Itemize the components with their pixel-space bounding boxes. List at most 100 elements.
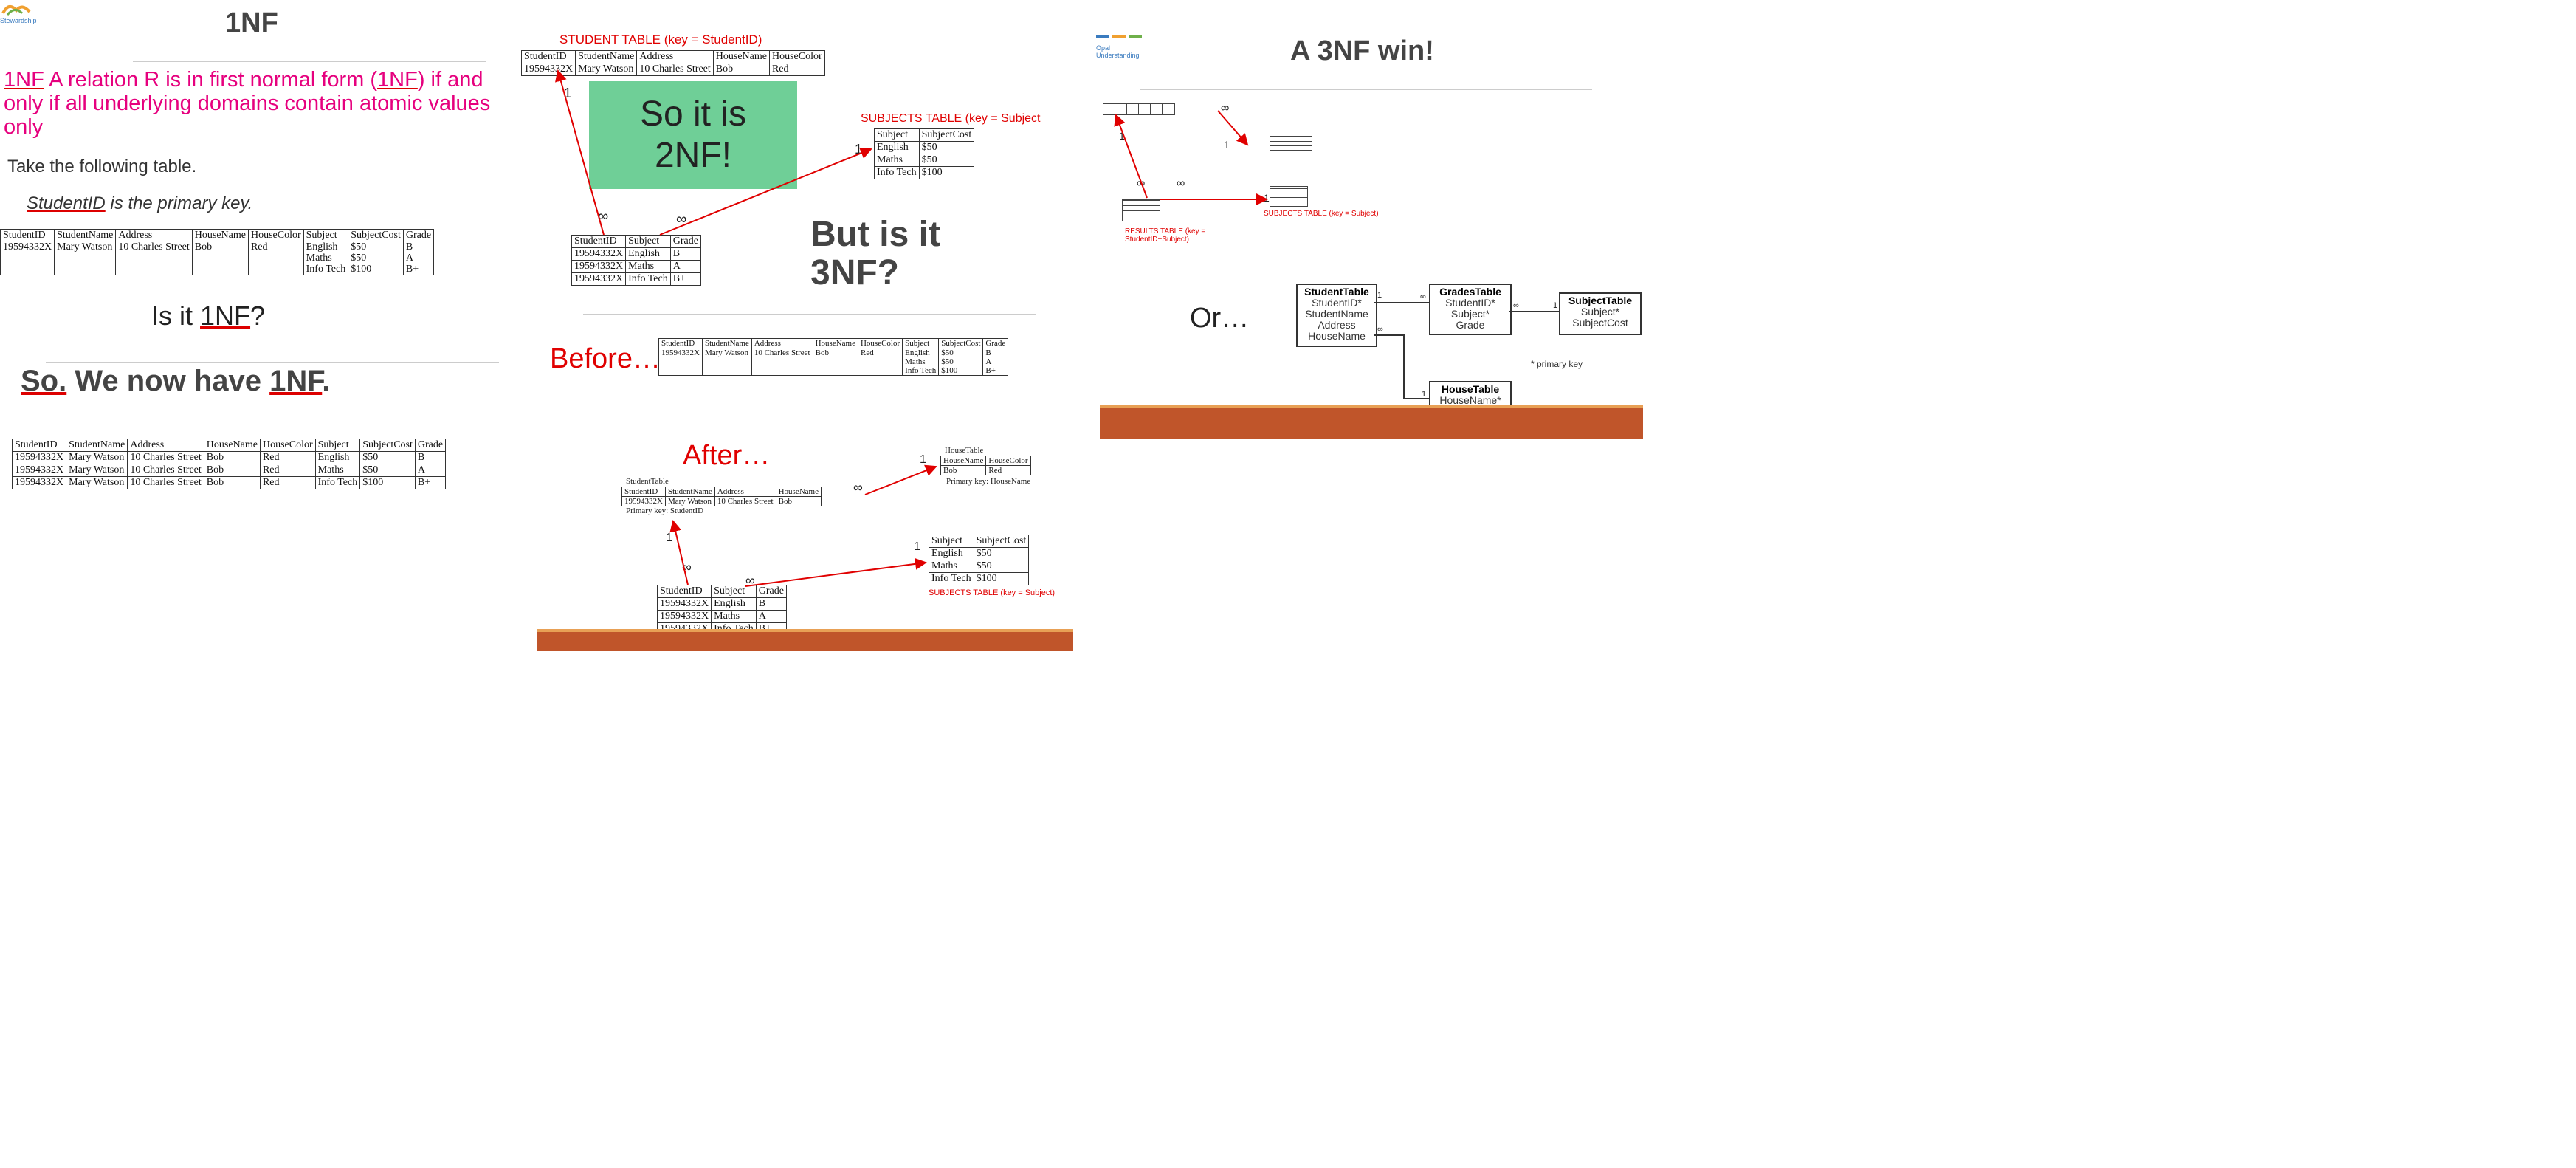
entity-field: StudentID*	[1312, 297, 1362, 309]
divider	[133, 61, 486, 62]
table-cell: $100	[973, 572, 1030, 585]
table-cell: 19594332X	[11, 464, 67, 477]
q-text: ?	[250, 300, 266, 331]
table-cell: A	[414, 464, 447, 477]
mini-diagram: RESULTS TABLE (key = StudentID+Subject) …	[1100, 100, 1379, 248]
table-cell: English	[874, 141, 920, 154]
entity-field: SubjectCost	[1572, 317, 1628, 329]
table-row: 19594332X Mary Watson 10 Charles Street Bob…	[11, 451, 447, 464]
before-table: StudentID StudentName Address HouseName Hous…	[658, 338, 1009, 376]
table-cell: Mary Watson	[54, 241, 117, 275]
one-label: 1	[920, 453, 926, 466]
column-header: StudentName	[54, 229, 117, 241]
so-abbr: 1NF	[269, 365, 323, 397]
table-header-row: StudentID StudentName Address HouseName Hous…	[11, 439, 447, 452]
column-header: HouseName	[812, 338, 858, 348]
table-row: English $50	[874, 141, 975, 154]
table-cell: $100	[918, 166, 975, 179]
table-cell: Info Tech	[314, 476, 361, 489]
table-header-row: StudentID Subject Grade	[571, 235, 701, 248]
entity-field: StudentID*	[1445, 297, 1495, 309]
table-cell: 10 Charles Street	[636, 63, 714, 76]
table-cell: Info Tech	[929, 572, 974, 585]
before-label: Before…	[550, 343, 661, 374]
entity-title: HouseTable	[1441, 383, 1500, 395]
connector-arrow	[864, 464, 937, 495]
after-student-title: StudentTable	[626, 477, 669, 486]
table-cell: 19594332X	[571, 272, 627, 286]
divider	[583, 314, 1036, 315]
table-row: Info Tech $100	[929, 572, 1030, 585]
so-word: So.	[21, 365, 67, 397]
connector-arrow	[669, 520, 689, 585]
table-cell: 10 Charles Street	[115, 241, 193, 275]
table-cell: $50	[918, 154, 975, 167]
table-cell: 19594332X	[621, 496, 666, 506]
instruction-text: Take the following table.	[7, 157, 197, 176]
student-table-label: STUDENT TABLE (key = StudentID)	[559, 32, 762, 47]
table-header-row: StudentID StudentName Address HouseName Hous…	[658, 338, 1009, 348]
table-cell: B A B+	[982, 348, 1009, 376]
after-house-title: HouseTable	[945, 446, 984, 455]
table-cell: $50	[359, 464, 416, 477]
table-cell: Mary Watson	[575, 63, 638, 76]
table-cell: B A B+	[402, 241, 435, 275]
table-cell: 19594332X	[656, 610, 712, 623]
entity-title: StudentTable	[1304, 286, 1369, 298]
table-cell: 10 Charles Street	[714, 496, 776, 506]
table-cell: Mary Watson	[66, 451, 128, 464]
column-header: Address	[636, 50, 714, 63]
one-label: 1	[855, 142, 863, 157]
table-row: Maths $50	[874, 154, 975, 167]
definition-text: A relation R is in first normal form (	[44, 68, 378, 92]
table-cell: A	[755, 610, 787, 623]
table-cell: English Maths Info Tech	[902, 348, 940, 376]
table-cell: Bob	[203, 464, 261, 477]
column-header: HouseName	[775, 487, 822, 497]
table-row: 19594332XInfo TechB+	[571, 272, 701, 286]
so-text: We now have	[66, 365, 270, 397]
column-header: HouseName	[712, 50, 770, 63]
table-cell: Maths	[874, 154, 920, 167]
table-cell: Mary Watson	[701, 348, 752, 376]
infinity-label: ∞	[1420, 292, 1426, 301]
so-1nf-heading: So. We now have 1NF.	[21, 365, 330, 398]
table-cell: Bob	[940, 465, 987, 475]
one-label: 1	[564, 86, 572, 100]
table-cell: 19594332X	[0, 241, 55, 275]
column-header: HouseColor	[857, 338, 903, 348]
column-header: SubjectCost	[348, 229, 404, 241]
after-subject-table: Subject SubjectCost English $50 Maths $50 Info…	[929, 535, 1030, 585]
question-3nf: But is it 3NF?	[810, 215, 940, 292]
table-cell: Info Tech	[874, 166, 920, 179]
column-header: StudentName	[701, 338, 752, 348]
table-row: 19594332X Mary Watson 10 Charles Street Bob…	[520, 63, 825, 76]
table-cell: Bob	[191, 241, 249, 275]
one-label: 1	[666, 532, 672, 544]
table-cell: B	[755, 597, 787, 611]
primary-key-note: StudentID is the primary key.	[27, 193, 252, 214]
one-label: 1	[1377, 291, 1382, 300]
1nf-table: StudentID StudentName Address HouseName Hous…	[11, 439, 447, 489]
subject-entity: SubjectTable Subject* SubjectCost	[1559, 292, 1642, 335]
column-header: HouseColor	[985, 456, 1031, 466]
or-label: Or…	[1190, 303, 1250, 334]
entity-title: GradesTable	[1439, 286, 1501, 298]
one-label: 1	[1553, 301, 1558, 310]
entity-field: StudentName	[1305, 308, 1368, 320]
column-header: StudentID	[658, 338, 703, 348]
table-cell: B+	[414, 476, 447, 489]
table-cell: Info Tech	[625, 272, 671, 286]
infinity-label: ∞	[853, 480, 863, 495]
table-row: 19594332X Mary Watson 10 Charles Street Bob…	[0, 241, 435, 275]
logo: Opal Understanding	[1096, 31, 1155, 59]
table-cell: Bob	[812, 348, 858, 376]
column-header: Subject	[874, 128, 920, 142]
table-cell: English Maths Info Tech	[303, 241, 349, 275]
column-header: Address	[751, 338, 813, 348]
one-label: 1	[1119, 130, 1125, 142]
entity-field: HouseName	[1308, 330, 1366, 342]
column-header: Grade	[982, 338, 1009, 348]
table-cell: 10 Charles Street	[127, 476, 204, 489]
slide-footer-bar	[537, 629, 1073, 651]
